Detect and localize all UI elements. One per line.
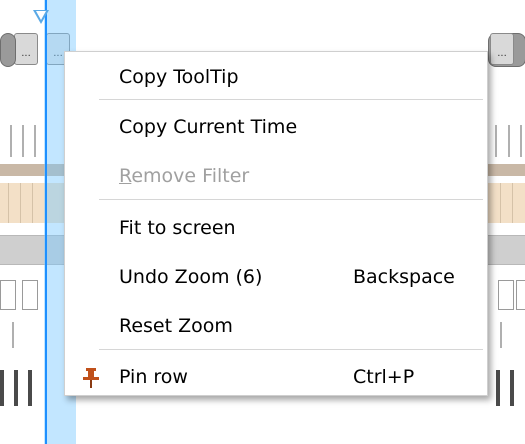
menu-item-fit-to-screen[interactable]: Fit to screen [65,208,487,248]
menu-item-label: Copy ToolTip [119,66,239,88]
tick [496,370,500,406]
menu-item-copy-tooltip[interactable]: Copy ToolTip [65,57,487,97]
band-segment [20,183,21,223]
menu-item-copy-current-time[interactable]: Copy Current Time [65,107,487,147]
band-segment [32,183,33,223]
menu-separator [99,349,483,350]
tick [12,322,14,348]
segment-collapsed[interactable]: ... [490,33,514,65]
tick [520,125,522,157]
tick [0,370,4,406]
tick [22,125,24,157]
tick [10,125,12,157]
block[interactable] [22,280,38,310]
band-segment [512,183,513,223]
tick [28,370,32,406]
tick [508,125,510,157]
tick [500,322,502,348]
menu-item-label-rest: emove Filter [131,165,250,187]
pin-icon [83,368,99,388]
tick [14,370,18,406]
segment-collapsed[interactable]: ... [14,33,38,65]
menu-separator [99,199,483,200]
menu-item-label: Remove Filter [119,156,249,196]
tick [510,370,514,406]
block[interactable] [498,280,514,310]
band-segment [500,183,501,223]
time-cursor-line[interactable] [45,0,47,444]
menu-item-pin-row[interactable]: Pin row Ctrl+P [65,357,487,397]
menu-item-shortcut: Ctrl+P [353,366,415,388]
menu-item-label: Undo Zoom (6) [119,266,263,288]
menu-item-remove-filter[interactable]: Remove Filter [65,156,487,196]
band-segment [8,183,9,223]
context-menu: Copy ToolTip Copy Current Time Remove Fi… [64,51,488,396]
block[interactable] [516,280,525,310]
menu-item-label: Pin row [119,366,188,388]
menu-item-shortcut: Backspace [353,266,455,288]
menu-item-label: Reset Zoom [119,315,233,337]
menu-separator [99,99,483,100]
time-cursor-handle-inner [36,11,46,20]
menu-item-reset-zoom[interactable]: Reset Zoom [65,306,487,346]
tick [495,125,497,157]
block[interactable] [0,280,16,310]
segment[interactable] [0,33,16,67]
menu-item-label: Fit to screen [119,217,236,239]
menu-item-label: Copy Current Time [119,116,298,138]
menu-item-undo-zoom[interactable]: Undo Zoom (6) Backspace [65,257,487,297]
tick [34,125,36,157]
mnemonic-letter: R [119,165,132,187]
